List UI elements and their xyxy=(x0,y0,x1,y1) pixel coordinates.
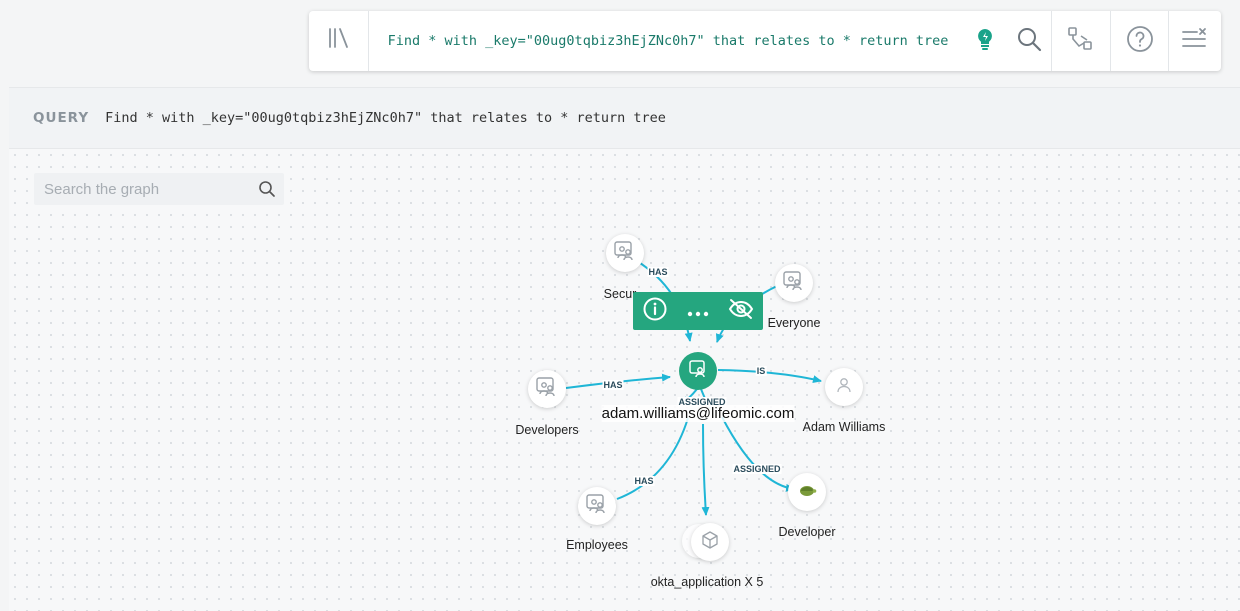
person-icon xyxy=(835,376,853,398)
node-center-selected[interactable] xyxy=(679,352,717,390)
query-summary-bar: QUERY Find * with _key="00ug0tqbiz3hEjZN… xyxy=(9,87,1240,149)
info-icon xyxy=(642,296,668,326)
library-button[interactable] xyxy=(309,11,369,71)
edge-adam xyxy=(717,369,822,384)
user-group-icon xyxy=(586,494,608,518)
graph-toggle-button[interactable] xyxy=(1051,11,1110,71)
edge-label-developer: ASSIGNED xyxy=(732,464,782,474)
node-adam-williams[interactable] xyxy=(825,368,863,406)
node-security[interactable] xyxy=(606,234,644,272)
info-button[interactable] xyxy=(635,292,675,330)
node-everyone[interactable] xyxy=(775,264,813,302)
help-button[interactable] xyxy=(1109,11,1169,71)
node-okta-application[interactable] xyxy=(691,523,729,561)
suggestion-button[interactable] xyxy=(964,11,1008,71)
menu-close-button[interactable] xyxy=(1168,11,1221,71)
node-label-okta-application: okta_application X 5 xyxy=(650,575,764,589)
help-icon xyxy=(1126,25,1154,57)
cube-icon xyxy=(700,530,720,554)
query-label: QUERY xyxy=(33,110,90,126)
edge-okta xyxy=(701,423,710,516)
query-input[interactable] xyxy=(368,10,950,72)
node-label-employees: Employees xyxy=(566,538,628,552)
graph-canvas[interactable]: HAS HAS IS ASSIGNED ASSIGNED HAS Secur E… xyxy=(9,149,1240,611)
edge-employees xyxy=(616,417,689,500)
graph-toggle-icon xyxy=(1067,26,1095,56)
node-label-developers: Developers xyxy=(515,423,579,437)
user-group-icon xyxy=(536,377,558,401)
turtle-icon xyxy=(797,482,817,502)
edge-label-adam: IS xyxy=(755,366,767,376)
edge-label-employees: HAS xyxy=(633,476,655,486)
library-icon xyxy=(326,26,350,56)
query-toolbar xyxy=(309,10,1221,72)
hide-icon xyxy=(727,297,755,325)
user-group-icon xyxy=(783,271,805,295)
hide-button[interactable] xyxy=(721,292,761,330)
node-label-developer: Developer xyxy=(778,525,836,539)
node-action-toolbar xyxy=(633,292,763,330)
node-label-adam-williams: Adam Williams xyxy=(802,420,886,434)
node-label-center: adam.williams@lifeomic.com xyxy=(601,405,795,422)
menu-close-icon xyxy=(1181,27,1209,55)
query-text: Find * with _key="00ug0tqbiz3hEjZNc0h7" … xyxy=(105,110,666,126)
edge-label-security: HAS xyxy=(647,267,669,277)
more-icon xyxy=(687,302,709,321)
node-developers[interactable] xyxy=(528,370,566,408)
search-button[interactable] xyxy=(1007,11,1051,71)
edge-label-developers: HAS xyxy=(602,380,624,390)
edge-developer xyxy=(721,416,795,492)
search-icon xyxy=(1016,26,1042,56)
node-developer[interactable] xyxy=(788,473,826,511)
lightbulb-icon xyxy=(974,27,996,55)
node-label-everyone: Everyone xyxy=(767,316,821,330)
node-employees[interactable] xyxy=(578,487,616,525)
node-label-security: Secur xyxy=(603,287,637,301)
user-group-icon xyxy=(614,241,636,265)
more-button[interactable] xyxy=(678,292,718,330)
user-group-icon xyxy=(688,359,708,383)
